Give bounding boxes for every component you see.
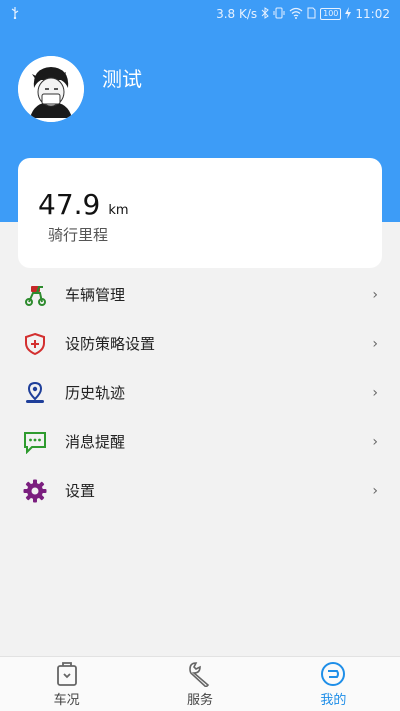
menu-item-label: 消息提醒 xyxy=(65,433,126,451)
menu-item-label: 设置 xyxy=(65,482,96,500)
scooter-icon xyxy=(22,282,48,308)
menu-item-vehicle-management[interactable]: 车辆管理 › xyxy=(0,270,400,319)
tab-label: 我的 xyxy=(320,692,347,708)
chevron-right-icon: › xyxy=(372,482,378,499)
settings-menu: 车辆管理 › 设防策略设置 › 历史轨迹 › 消息提醒 › 设置 › xyxy=(0,270,400,515)
my-profile-icon xyxy=(319,661,347,687)
profile-row[interactable]: 测试 xyxy=(18,56,142,122)
menu-item-message-reminder[interactable]: 消息提醒 › xyxy=(0,417,400,466)
menu-item-label: 设防策略设置 xyxy=(65,335,156,353)
menu-item-defense-strategy[interactable]: 设防策略设置 › xyxy=(0,319,400,368)
username: 测试 xyxy=(102,66,142,91)
bottom-tab-bar: 车况 服务 我的 xyxy=(0,656,400,711)
stats-card: 47.9 km 骑行里程 xyxy=(18,158,382,268)
wifi-icon xyxy=(289,7,303,22)
menu-item-settings[interactable]: 设置 › xyxy=(0,466,400,515)
wrench-icon xyxy=(186,661,214,687)
chevron-right-icon: › xyxy=(372,286,378,303)
tab-service[interactable]: 服务 xyxy=(133,657,266,711)
mileage-value: 47.9 xyxy=(38,188,101,221)
gear-icon xyxy=(22,478,48,504)
tab-my[interactable]: 我的 xyxy=(267,657,400,711)
menu-item-history-track[interactable]: 历史轨迹 › xyxy=(0,368,400,417)
vibrate-icon xyxy=(273,7,285,22)
menu-item-label: 车辆管理 xyxy=(65,286,126,304)
avatar[interactable] xyxy=(18,56,84,122)
car-status-icon xyxy=(53,661,81,687)
location-pin-icon xyxy=(22,380,48,406)
chevron-right-icon: › xyxy=(372,384,378,401)
clock-time: 11:02 xyxy=(355,7,390,21)
network-speed: 3.8 K/s xyxy=(216,7,258,21)
message-icon xyxy=(22,429,48,455)
chevron-right-icon: › xyxy=(372,335,378,352)
chevron-right-icon: › xyxy=(372,433,378,450)
mileage-value-row: 47.9 km xyxy=(38,188,129,221)
tab-label: 车况 xyxy=(53,692,80,708)
tab-car-status[interactable]: 车况 xyxy=(0,657,133,711)
battery-indicator: 100 xyxy=(320,8,342,20)
status-bar: 3.8 K/s 100 11:02 xyxy=(0,0,400,28)
mileage-label: 骑行里程 xyxy=(48,226,109,244)
sim-icon xyxy=(307,7,316,22)
charging-icon xyxy=(345,6,352,22)
menu-item-label: 历史轨迹 xyxy=(65,384,126,402)
tab-label: 服务 xyxy=(186,692,213,708)
shield-icon xyxy=(22,331,48,357)
mileage-unit: km xyxy=(108,203,129,218)
usb-icon xyxy=(10,6,20,22)
bluetooth-icon xyxy=(261,6,269,22)
